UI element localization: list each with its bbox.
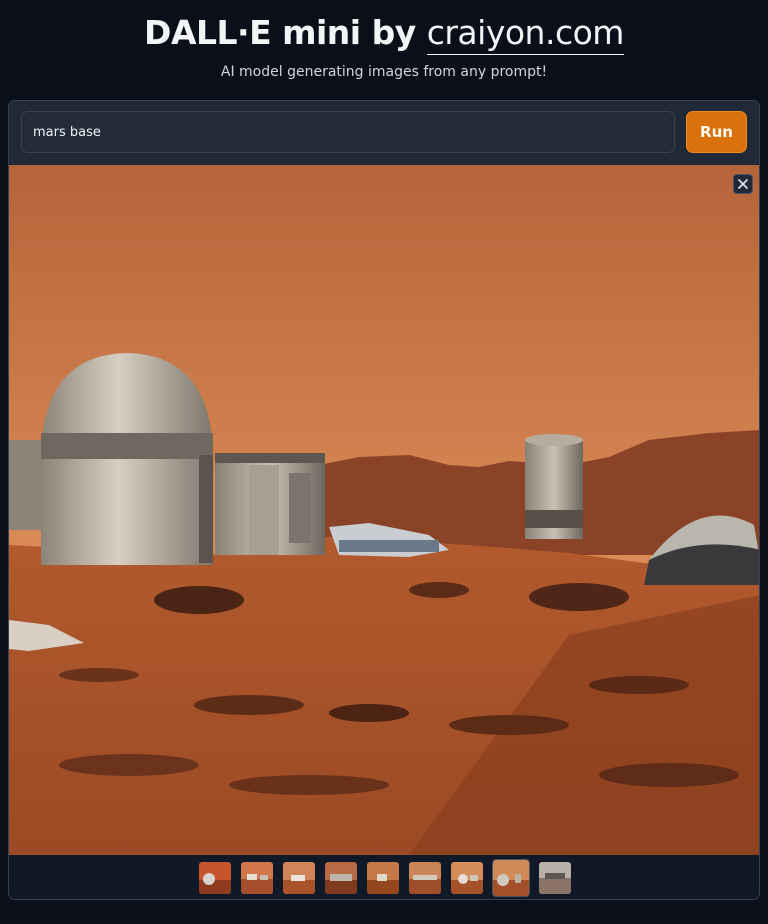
mars-base-image (9, 165, 759, 855)
thumbnail-7[interactable] (451, 862, 483, 894)
thumbnail-5[interactable] (367, 862, 399, 894)
generator-panel: Run (8, 100, 760, 900)
run-button[interactable]: Run (686, 111, 747, 153)
thumbnail-gallery (9, 855, 759, 899)
page-title: DALL·E mini by craiyon.com (0, 12, 768, 55)
page-header: DALL·E mini by craiyon.com AI model gene… (0, 0, 768, 88)
thumbnail-9[interactable] (539, 862, 571, 894)
title-prefix: DALL·E mini by (144, 13, 427, 52)
thumbnail-1[interactable] (199, 862, 231, 894)
close-icon (738, 179, 748, 189)
thumbnail-8[interactable] (492, 859, 530, 897)
prompt-input[interactable] (22, 112, 674, 152)
brand-link[interactable]: craiyon.com (426, 13, 624, 55)
generated-image (9, 165, 759, 855)
prompt-field-wrapper (21, 111, 675, 153)
thumbnail-3[interactable] (283, 862, 315, 894)
page-subtitle: AI model generating images from any prom… (220, 64, 548, 80)
thumbnail-4[interactable] (325, 862, 357, 894)
thumbnail-2[interactable] (241, 862, 273, 894)
close-button[interactable] (733, 174, 753, 194)
thumbnail-6[interactable] (409, 862, 441, 894)
